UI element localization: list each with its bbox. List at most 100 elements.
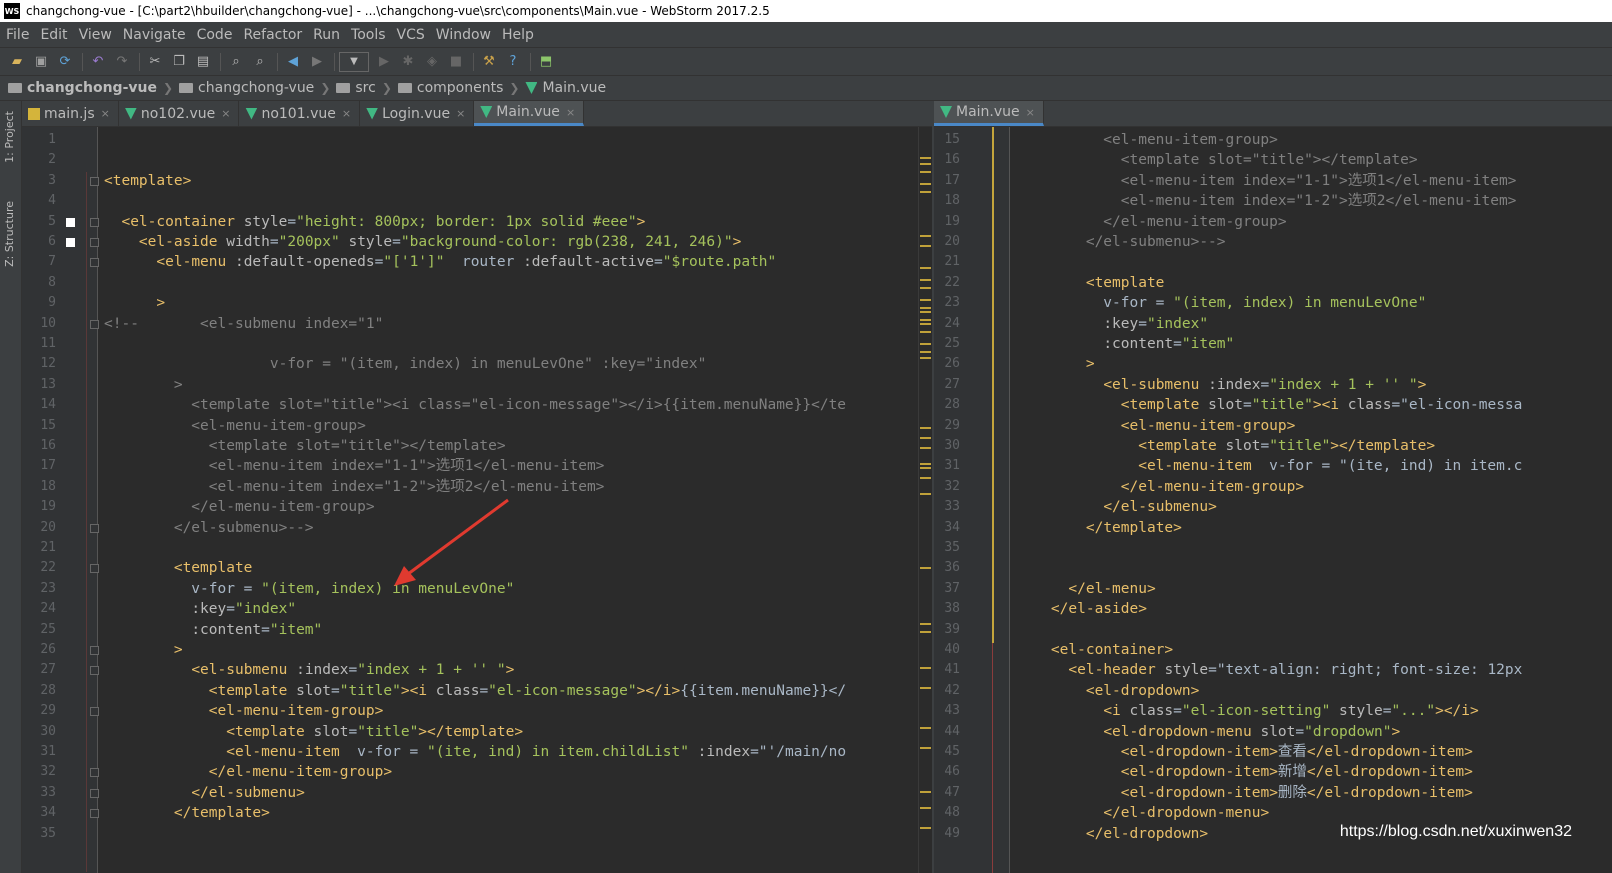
editor-tab[interactable]: Main.vue × — [474, 101, 585, 126]
menu-file[interactable]: File — [6, 27, 29, 43]
coverage-icon[interactable]: ◈ — [421, 51, 443, 73]
code-line[interactable]: </el-menu-item-group> — [104, 497, 374, 517]
debug-icon[interactable]: ✱ — [397, 51, 419, 73]
code-line[interactable]: > — [104, 640, 183, 660]
code-line[interactable]: <el-menu :default-openeds="['1']" router… — [104, 252, 776, 272]
code-line[interactable]: <el-menu-item index="1-2">选项2</el-menu-i… — [1016, 191, 1517, 211]
run-config-dropdown[interactable]: ▼ — [339, 51, 369, 72]
breadcrumb-item[interactable]: components — [397, 80, 503, 96]
scrollbar-marker[interactable] — [920, 245, 931, 247]
fold-marker-icon[interactable] — [90, 217, 99, 227]
menu-code[interactable]: Code — [197, 27, 233, 43]
code-line[interactable]: </el-submenu> — [104, 783, 305, 803]
code-line[interactable]: v-for = "(item, index) in menuLevOne" :k… — [104, 354, 707, 374]
code-line[interactable]: <el-menu-item-group> — [104, 701, 384, 721]
fold-marker-icon[interactable] — [90, 788, 99, 798]
menu-edit[interactable]: Edit — [40, 27, 67, 43]
fold-marker-icon[interactable] — [90, 768, 99, 778]
bookmark-marker[interactable] — [66, 238, 75, 247]
scrollbar-marker[interactable] — [920, 287, 931, 289]
menu-run[interactable]: Run — [313, 27, 340, 43]
fold-marker-icon[interactable] — [90, 646, 99, 655]
code-line[interactable]: </el-submenu>--> — [104, 518, 314, 538]
scrollbar-marker[interactable] — [920, 157, 931, 159]
undo-icon[interactable]: ↶ — [87, 51, 109, 73]
scrollbar-marker[interactable] — [920, 467, 931, 469]
code-line[interactable]: :content="item" — [1016, 334, 1234, 354]
close-icon[interactable]: × — [101, 107, 110, 120]
code-line[interactable]: </template> — [1016, 518, 1182, 538]
code-line[interactable]: <template slot="title"><i class="el-icon… — [1016, 395, 1523, 415]
code-line[interactable]: <el-dropdown-item>新增</el-dropdown-item> — [1016, 762, 1473, 782]
scrollbar-marker[interactable] — [920, 827, 931, 829]
code-line[interactable]: > — [104, 293, 165, 313]
code-line[interactable]: </el-menu-item-group> — [104, 762, 392, 782]
paste-icon[interactable]: ▤ — [192, 51, 214, 73]
left-editor[interactable]: 1 2 3 4 5 6 7 8 9 10 11 12 13 14 15 16 17 18 19 20 21 22 23 24 2… — [22, 127, 918, 873]
code-line[interactable]: :key="index" — [1016, 314, 1208, 334]
code-line[interactable]: :content="item" — [104, 620, 322, 640]
code-line[interactable]: <el-dropdown> — [1016, 681, 1200, 701]
code-line[interactable]: <el-aside width="200px" style="backgroun… — [104, 232, 741, 252]
sync-icon[interactable]: ⟳ — [54, 51, 76, 73]
menu-vcs[interactable]: VCS — [397, 27, 425, 43]
code-line[interactable]: </el-dropdown> — [1016, 824, 1208, 844]
editor-tab[interactable]: Login.vue × — [360, 101, 475, 126]
code-line[interactable]: </el-aside> — [1016, 599, 1147, 619]
code-line[interactable]: <template> — [104, 171, 191, 191]
breadcrumb-item[interactable]: changchong-vue — [179, 80, 314, 96]
breadcrumb-item[interactable]: Main.vue — [525, 80, 606, 96]
fold-marker-icon[interactable] — [90, 666, 99, 676]
scrollbar-marker[interactable] — [920, 279, 931, 281]
scrollbar-marker[interactable] — [920, 331, 931, 333]
menu-refactor[interactable]: Refactor — [243, 27, 302, 43]
forward-icon[interactable]: ▶ — [306, 51, 328, 73]
scrollbar-marker[interactable] — [920, 437, 931, 439]
scrollbar-marker[interactable] — [920, 311, 931, 313]
fold-marker-icon[interactable] — [90, 707, 99, 717]
scrollbar-marker[interactable] — [920, 319, 931, 321]
code-line[interactable]: <template — [1016, 273, 1165, 293]
scrollbar-marker[interactable] — [920, 299, 931, 301]
scrollbar-marker[interactable] — [920, 307, 931, 309]
fold-marker-icon[interactable] — [90, 809, 99, 819]
menu-help[interactable]: Help — [502, 27, 534, 43]
help-icon[interactable]: ? — [502, 51, 524, 73]
code-line[interactable]: <template slot="title"><i class="el-icon… — [104, 681, 846, 701]
code-line[interactable]: v-for = "(item, index) in menuLevOne" — [104, 579, 514, 599]
cut-icon[interactable]: ✂ — [144, 51, 166, 73]
stop-icon[interactable]: ■ — [445, 51, 467, 73]
scrollbar-marker[interactable] — [920, 235, 931, 237]
code-line[interactable]: <template slot="title"></template> — [104, 722, 523, 742]
scrollbar-marker[interactable] — [920, 183, 931, 185]
run-icon[interactable]: ▶ — [373, 51, 395, 73]
code-line[interactable]: <el-dropdown-item>删除</el-dropdown-item> — [1016, 783, 1473, 803]
code-line[interactable]: > — [1016, 354, 1095, 374]
menu-window[interactable]: Window — [436, 27, 491, 43]
editor-tab[interactable]: no102.vue × — [119, 101, 240, 126]
code-line[interactable]: <el-menu-item-group> — [1016, 416, 1296, 436]
structure-tool-button[interactable]: Z: Structure — [3, 201, 16, 267]
scrollbar-marker[interactable] — [920, 463, 931, 465]
code-line[interactable]: :key="index" — [104, 599, 296, 619]
scrollbar-marker[interactable] — [920, 567, 931, 569]
code-line[interactable]: </el-submenu>--> — [1016, 232, 1226, 252]
editor-tab[interactable]: no101.vue × — [239, 101, 361, 126]
scrollbar-marker[interactable] — [920, 447, 931, 449]
scrollbar-marker[interactable] — [920, 631, 931, 633]
scrollbar-marker[interactable] — [920, 343, 931, 345]
scrollbar-marker[interactable] — [920, 477, 931, 479]
code-line[interactable]: <el-dropdown-item>查看</el-dropdown-item> — [1016, 742, 1473, 762]
close-icon[interactable]: × — [221, 107, 230, 120]
scrollbar-marker[interactable] — [920, 323, 931, 325]
code-line[interactable]: </el-dropdown-menu> — [1016, 803, 1269, 823]
code-line[interactable]: <el-menu-item index="1-1">选项1</el-menu-i… — [1016, 171, 1517, 191]
code-line[interactable]: <template slot="title"></template> — [1016, 150, 1418, 170]
fold-marker-icon[interactable] — [90, 176, 99, 186]
editor-tab[interactable]: main.js × — [22, 101, 119, 126]
scrollbar-marker[interactable] — [920, 493, 931, 495]
scrollbar-marker[interactable] — [920, 357, 931, 359]
breadcrumb-item[interactable]: changchong-vue — [8, 80, 157, 96]
code-line[interactable]: <template slot="title"><i class="el-icon… — [104, 395, 846, 415]
code-line[interactable]: > — [104, 375, 183, 395]
